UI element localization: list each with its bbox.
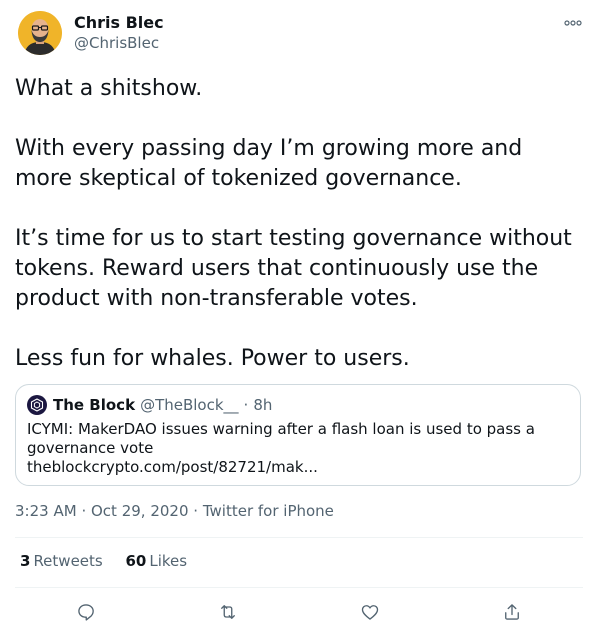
tweet-text: What a shitshow. With every passing day … [15, 74, 585, 374]
likes-label: Likes [149, 552, 188, 570]
quoted-author-handle: @TheBlock__ [140, 396, 239, 414]
quoted-tweet-header: The Block @TheBlock__ · 8h [27, 395, 272, 415]
author-name[interactable]: Chris Blec [74, 13, 164, 32]
tweet-source[interactable]: Twitter for iPhone [203, 502, 334, 520]
reply-icon [78, 604, 94, 621]
the-block-logo-icon [30, 398, 44, 412]
more-options-button[interactable] [562, 16, 584, 30]
more-icon [564, 20, 582, 26]
avatar-image [18, 11, 62, 55]
likes-stat[interactable]: 60 Likes [126, 552, 188, 570]
tweet-stats: 3 Retweets 60 Likes [20, 552, 205, 570]
quoted-link[interactable]: theblockcrypto.com/post/82721/mak... [27, 458, 567, 477]
retweet-button[interactable] [216, 600, 240, 624]
avatar[interactable] [18, 11, 62, 55]
meta-separator: · [193, 502, 199, 520]
quoted-tweet[interactable]: The Block @TheBlock__ · 8h ICYMI: MakerD… [15, 384, 581, 486]
reply-button[interactable] [74, 600, 98, 624]
tweet-meta: 3:23 AM · Oct 29, 2020 · Twitter for iPh… [15, 502, 334, 520]
action-bar [0, 600, 598, 624]
quoted-tweet-text: ICYMI: MakerDAO issues warning after a f… [27, 420, 567, 477]
quoted-author-name: The Block [53, 396, 136, 414]
author-handle[interactable]: @ChrisBlec [74, 34, 159, 52]
tweet-paragraph: Less fun for whales. Power to users. [15, 346, 410, 371]
quoted-separator: · [243, 396, 249, 414]
quoted-text: ICYMI: MakerDAO issues warning after a f… [27, 420, 535, 457]
tweet-paragraph: With every passing day I’m growing more … [15, 136, 523, 191]
tweet-time[interactable]: 3:23 AM [15, 502, 77, 520]
tweet-paragraph: It’s time for us to start testing govern… [15, 226, 572, 311]
meta-separator: · [81, 502, 87, 520]
quoted-timestamp: 8h [253, 396, 273, 414]
retweets-stat[interactable]: 3 Retweets [20, 552, 103, 570]
quoted-author-avatar [27, 395, 47, 415]
heart-icon [361, 605, 379, 620]
like-button[interactable] [358, 600, 382, 624]
likes-count: 60 [125, 552, 147, 570]
share-icon [505, 604, 519, 620]
share-button[interactable] [500, 600, 524, 624]
tweet-paragraph: What a shitshow. [15, 76, 203, 101]
retweets-label: Retweets [33, 552, 103, 570]
tweet-date[interactable]: Oct 29, 2020 [91, 502, 189, 520]
divider [15, 537, 583, 538]
retweets-count: 3 [20, 552, 31, 570]
tweet-card: Chris Blec @ChrisBlec What a shitshow. W… [0, 0, 598, 636]
retweet-icon [221, 605, 235, 619]
divider [15, 587, 583, 588]
